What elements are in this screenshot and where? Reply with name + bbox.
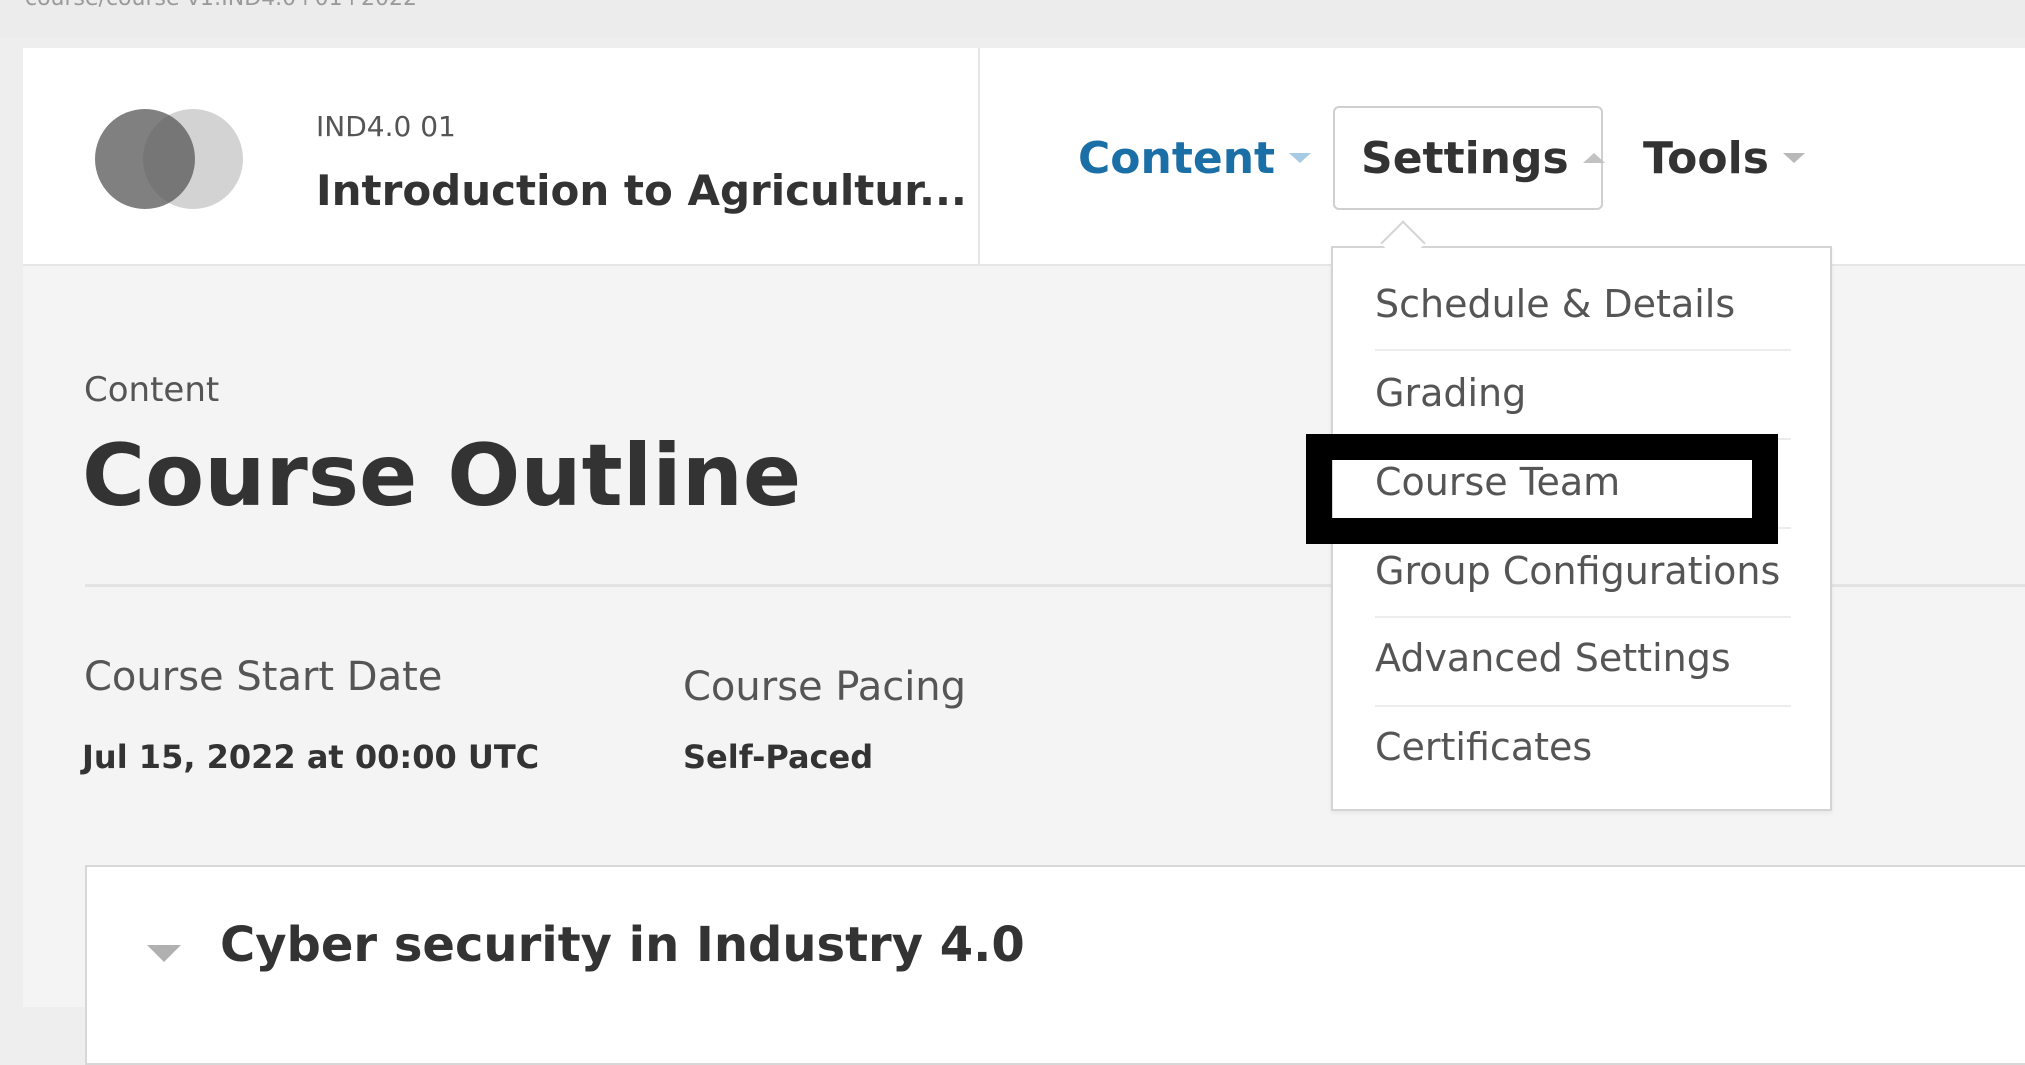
page-title: Course Outline xyxy=(82,426,802,526)
header-divider xyxy=(978,48,980,264)
course-name[interactable]: Introduction to Agricultur... xyxy=(316,166,967,215)
nav-content-menu[interactable]: Content xyxy=(1078,106,1312,210)
menu-divider xyxy=(1375,349,1791,351)
course-pacing-label: Course Pacing xyxy=(683,664,967,710)
course-pacing-value: Self-Paced xyxy=(683,738,874,776)
start-date-label: Course Start Date xyxy=(84,654,443,700)
chevron-down-icon xyxy=(1782,153,1805,163)
page-eyebrow: Content xyxy=(84,370,220,410)
nav-tools-menu[interactable]: Tools xyxy=(1643,106,1805,210)
nav-settings-label: Settings xyxy=(1361,132,1569,184)
chevron-down-icon xyxy=(1289,153,1312,163)
menu-item-advanced-settings[interactable]: Advanced Settings xyxy=(1375,636,1791,680)
nav-tools-label: Tools xyxy=(1643,132,1769,184)
section-card: Cyber security in Industry 4.0 xyxy=(85,865,2025,1065)
studio-header: IND4.0 01 Introduction to Agricultur... … xyxy=(23,48,2025,266)
nav-settings-menu[interactable]: Settings xyxy=(1333,106,1605,210)
studio-logo-icon[interactable] xyxy=(95,109,245,209)
course-path-text: course/course-v1:IND4.0+01+2022 xyxy=(25,0,417,11)
logo-circle-dark xyxy=(95,109,195,209)
start-date-value: Jul 15, 2022 at 00:00 UTC xyxy=(82,738,540,776)
settings-dropdown: Schedule & Details Grading Course Team G… xyxy=(1331,220,1832,811)
top-strip: course/course-v1:IND4.0+01+2022 xyxy=(0,0,2025,37)
menu-item-schedule-details[interactable]: Schedule & Details xyxy=(1375,282,1791,326)
expand-caret-icon[interactable] xyxy=(147,945,181,962)
menu-item-grading[interactable]: Grading xyxy=(1375,371,1791,415)
menu-item-certificates[interactable]: Certificates xyxy=(1375,725,1791,769)
chevron-up-icon xyxy=(1582,153,1605,163)
menu-divider xyxy=(1375,705,1791,707)
menu-divider xyxy=(1375,527,1791,529)
menu-divider xyxy=(1375,616,1791,618)
nav-content-label: Content xyxy=(1078,132,1276,184)
menu-item-course-team[interactable]: Course Team xyxy=(1375,460,1791,504)
menu-divider xyxy=(1375,438,1791,440)
course-code: IND4.0 01 xyxy=(316,110,456,143)
menu-item-group-configurations[interactable]: Group Configurations xyxy=(1375,549,1791,593)
section-title[interactable]: Cyber security in Industry 4.0 xyxy=(220,917,1025,973)
